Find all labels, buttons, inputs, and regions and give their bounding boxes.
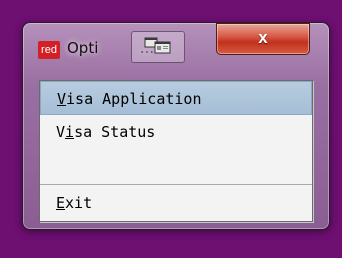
menu-item-mnemonic: i xyxy=(65,123,75,141)
menu-item-label: xit xyxy=(65,194,93,212)
menu-separator xyxy=(40,184,312,185)
close-button[interactable]: x xyxy=(216,23,310,55)
window-thumbnail-icon xyxy=(131,31,185,63)
menu-item-exit[interactable]: Exit xyxy=(40,186,312,220)
menu-item-visa-status[interactable]: Visa Status xyxy=(40,115,312,149)
options-window: red Options - ... x Visa Application Vis… xyxy=(22,22,330,230)
menu-item-visa-application[interactable]: Visa Application xyxy=(40,81,312,115)
app-logo-icon: red xyxy=(38,41,60,59)
menu-item-label: sa Status xyxy=(74,123,156,141)
close-icon: x xyxy=(258,28,268,47)
menu-item-label: isa Application xyxy=(66,90,202,108)
window-title-text: Opti xyxy=(67,39,99,57)
thumbnail-glyph-icon xyxy=(144,37,171,54)
menu-item-mnemonic: E xyxy=(56,194,66,212)
menu-item-prefix: V xyxy=(56,123,66,141)
title-bar[interactable]: red Options - ... x xyxy=(23,23,329,63)
menu-item-mnemonic: V xyxy=(57,90,67,108)
options-menu: Visa Application Visa Status Exit xyxy=(39,80,313,222)
desktop-strip xyxy=(0,258,342,267)
